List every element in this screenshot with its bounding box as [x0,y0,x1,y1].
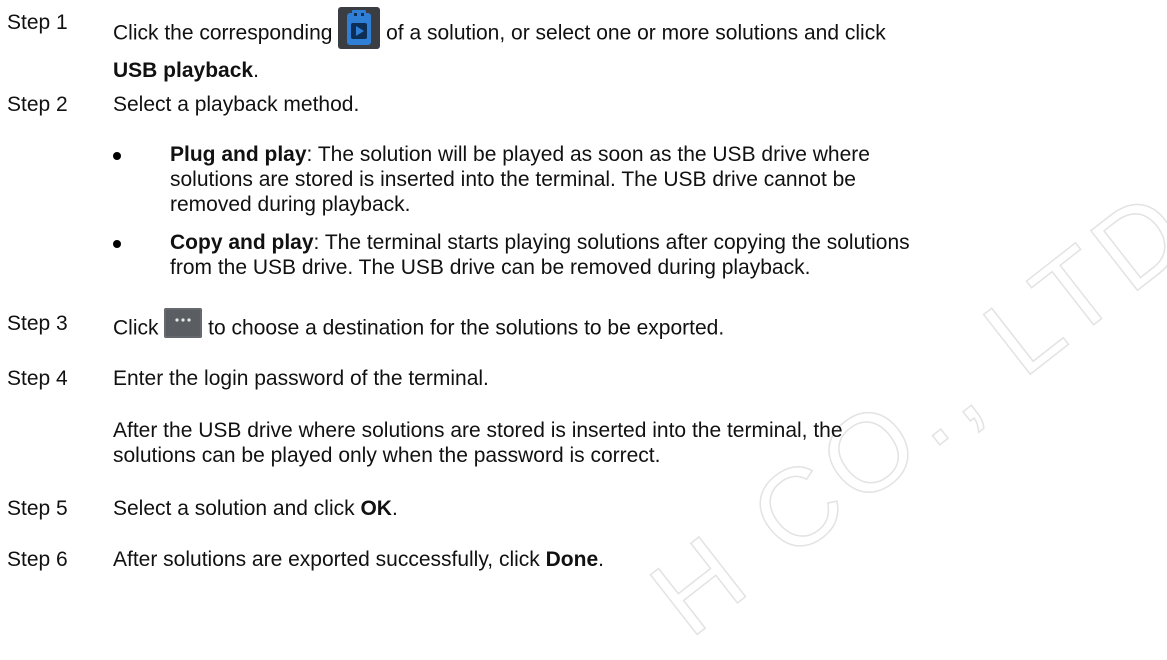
bullet-term: Plug and play [170,143,307,166]
step-text-part: After solutions are exported successfull… [113,548,546,571]
step-text: Enter the login password of the terminal… [113,367,489,390]
step-4-note: After the USB drive where solutions are … [113,418,1113,468]
step-text-part: . [391,497,398,520]
note-line: After the USB drive where solutions are … [113,419,843,442]
step-text: Select a solution and click OK. [113,496,1153,521]
step-label: Step 4 [7,367,68,390]
step-label: Step 5 [7,497,68,520]
step-text-part: Select a solution and click [113,497,361,520]
bullet-line: solutions are stored is inserted into th… [170,168,856,191]
bullet-line: : The terminal starts playing solutions … [313,231,910,254]
bullet-dot [113,152,121,160]
step-label: Step 6 [7,548,68,571]
bullet-line: removed during playback. [170,193,411,216]
step-text-part: . [253,59,259,82]
step-text-part: of a solution, or select one or more sol… [380,21,886,45]
note-line: solutions can be played only when the pa… [113,444,661,467]
step-text-part: Click the corresponding [113,21,339,45]
step-label: Step 2 [7,93,68,116]
step-label: Step 1 [7,11,68,34]
ellipsis-button-icon [164,308,203,344]
step-text-part: . [598,548,604,571]
bullet-line: : The solution will be played as soon as… [306,143,870,166]
step-text: Click to choose a destination for the so… [113,308,1153,347]
bullet-dot [113,240,121,248]
bullet-line: from the USB drive. The USB drive can be… [170,256,811,279]
usb-playback-label: USB playback [113,59,254,82]
step-text: Select a playback method. [113,93,360,116]
step-text-part: Click [113,316,165,340]
usb-play-icon [338,7,381,55]
done-label: Done [545,548,599,571]
step-text: Click the corresponding of a solution, o… [113,7,1153,83]
step-text: After solutions are exported successfull… [113,547,1153,572]
bullet-text: Copy and play: The terminal starts playi… [170,230,1155,280]
bullet-text: Plug and play: The solution will be play… [170,142,1155,217]
step-text-part: to choose a destination for the solution… [202,316,725,340]
bullet-term: Copy and play [170,231,314,254]
ok-label: OK [360,497,392,520]
step-label: Step 3 [7,312,68,335]
